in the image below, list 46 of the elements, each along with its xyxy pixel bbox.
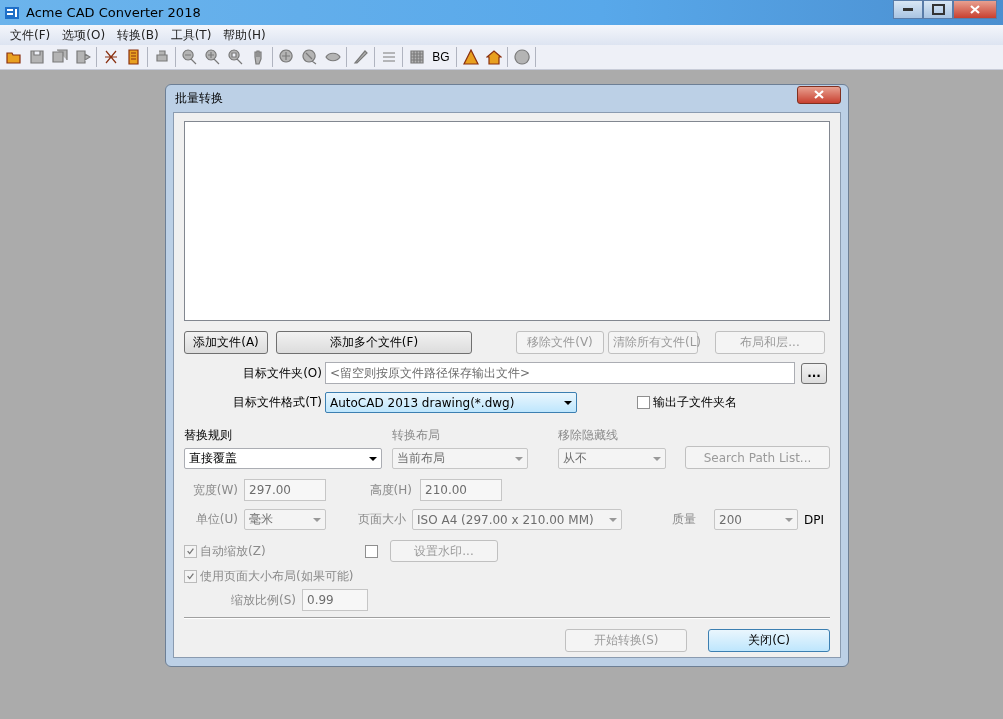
close-button[interactable]: [953, 0, 997, 19]
window-title: Acme CAD Converter 2018: [26, 5, 201, 20]
app-icon: [4, 4, 20, 21]
field-label: 质量: [671, 511, 696, 528]
field-label: 宽度(W): [191, 481, 238, 499]
checkbox[interactable]: [637, 396, 650, 409]
dialog-title: 批量转换: [175, 90, 223, 107]
checkbox-label: 输出子文件夹名: [653, 394, 737, 411]
menu-item[interactable]: 文件(F): [4, 26, 57, 44]
format-dropdown[interactable]: AutoCAD 2013 drawing(*.dwg): [325, 392, 577, 413]
unit-dropdown[interactable]: 毫米: [244, 509, 326, 530]
width-field[interactable]: 297.00: [244, 479, 326, 501]
menu-item[interactable]: 转换(B): [111, 26, 165, 44]
checkbox-label: 使用页面大小布局(如果可能): [200, 568, 354, 585]
file-button[interactable]: 添加多个文件(F): [276, 331, 472, 354]
minimize-button[interactable]: [893, 0, 923, 19]
quality-dropdown[interactable]: 200: [714, 509, 798, 530]
menu-item[interactable]: 工具(T): [164, 26, 218, 44]
folder-field[interactable]: <留空则按原文件路径保存输出文件>: [325, 362, 795, 384]
field-label: 转换布局: [392, 427, 441, 444]
menu-item[interactable]: 帮助(H): [217, 26, 272, 44]
watermark-button[interactable]: 设置水印...: [390, 540, 498, 562]
page-size-dropdown[interactable]: ISO A4 (297.00 x 210.00 MM): [412, 509, 622, 530]
menu-item[interactable]: 选项(O): [56, 26, 112, 44]
browse-button[interactable]: ...: [801, 362, 827, 384]
height-field[interactable]: 210.00: [420, 479, 502, 501]
field-label: 页面大小: [357, 511, 406, 528]
field-label: 目标文件格式(T): [232, 394, 323, 411]
replace-rule-dropdown[interactable]: 直接覆盖: [184, 448, 382, 469]
action-button[interactable]: 关闭(C): [708, 629, 830, 652]
field-label: 高度(H): [368, 481, 412, 499]
background-button[interactable]: BG: [428, 46, 454, 68]
field-label: 移除隐藏线: [558, 427, 619, 444]
unit-label: DPI: [804, 512, 824, 527]
field-label: 目标文件夹(O): [242, 364, 323, 382]
field-label: 单位(U): [194, 511, 238, 528]
close-icon: [814, 89, 824, 99]
field-label: 替换规则: [184, 427, 233, 444]
file-button[interactable]: 添加文件(A): [184, 331, 268, 354]
close-button[interactable]: [797, 85, 841, 104]
close-icon: [970, 5, 980, 14]
maximize-button[interactable]: [923, 0, 953, 19]
checkbox[interactable]: [365, 544, 378, 558]
field-label: 缩放比例(S): [230, 591, 296, 609]
checkbox-label: 自动缩放(Z): [200, 542, 266, 560]
scale-field[interactable]: 0.99: [302, 589, 368, 611]
